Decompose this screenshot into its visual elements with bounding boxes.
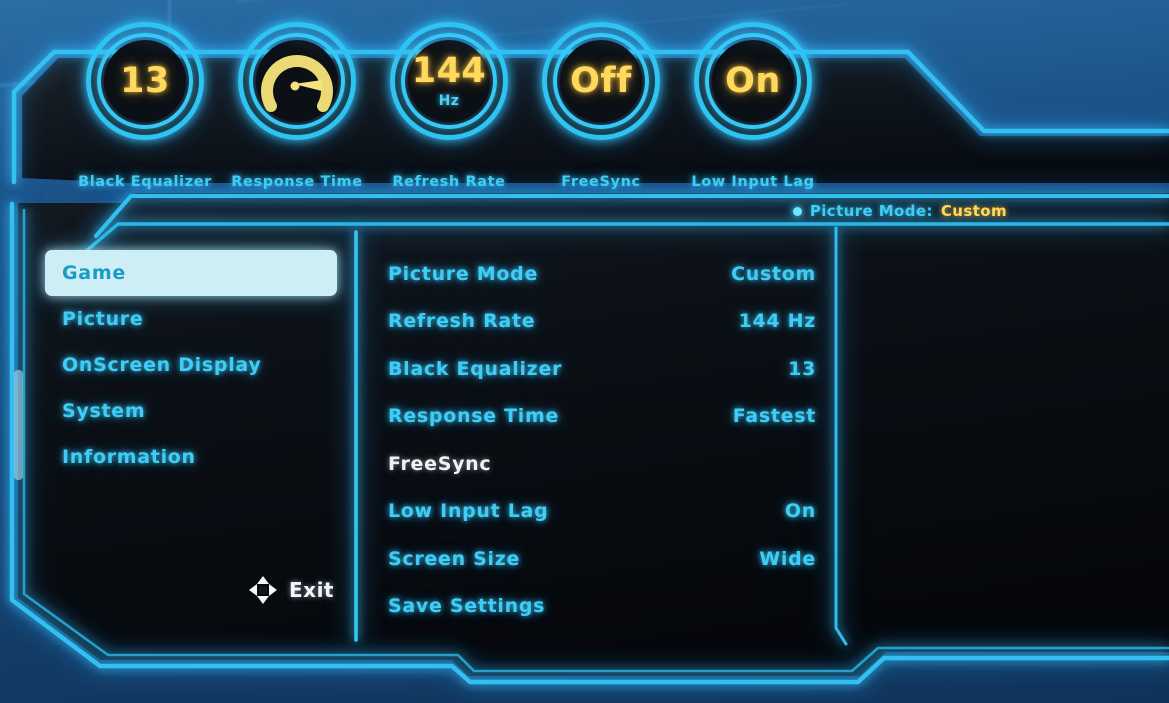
- sidebar-item-label: System: [62, 400, 146, 422]
- sidebar-item-label: Picture: [62, 308, 144, 330]
- status-bar: Picture Mode: Custom: [792, 196, 1169, 226]
- sidebar-item-picture[interactable]: Picture: [45, 296, 337, 342]
- status-bullet-icon: [792, 206, 802, 216]
- exit-hint[interactable]: Exit: [248, 575, 334, 605]
- option-label: Save Settings: [388, 595, 546, 618]
- option-label: Low Input Lag: [388, 500, 549, 523]
- osd-sidebar: Game Picture OnScreen Display System Inf…: [45, 250, 337, 480]
- exit-label: Exit: [289, 578, 334, 602]
- option-row-freesync[interactable]: FreeSync: [388, 440, 816, 488]
- option-row-save-settings[interactable]: Save Settings: [388, 583, 816, 631]
- status-value: Custom: [940, 202, 1007, 220]
- option-label: Response Time: [388, 405, 560, 428]
- option-row-response-time[interactable]: Response Time Fastest: [388, 393, 816, 441]
- dial-value: 144 Hz: [390, 22, 508, 140]
- sidebar-item-label: OnScreen Display: [62, 354, 262, 376]
- option-label: Picture Mode: [388, 262, 539, 285]
- sidebar-item-label: Information: [62, 446, 196, 468]
- option-value: 13: [788, 357, 816, 380]
- dial-label: Low Input Lag: [691, 174, 815, 190]
- left-edge-nub: [14, 370, 23, 480]
- option-value: Wide: [759, 547, 816, 570]
- dial-value: On: [694, 22, 812, 140]
- dial-value: 13: [86, 22, 204, 140]
- option-row-refresh-rate[interactable]: Refresh Rate 144 Hz: [388, 298, 816, 346]
- dial-value-unit: Hz: [438, 92, 460, 109]
- option-label: Black Equalizer: [388, 357, 563, 380]
- option-row-picture-mode[interactable]: Picture Mode Custom: [388, 250, 816, 298]
- option-label: Refresh Rate: [388, 310, 536, 333]
- option-row-low-input-lag[interactable]: Low Input Lag On: [388, 488, 816, 536]
- dial-value-text: Off: [570, 60, 632, 101]
- sidebar-item-game[interactable]: Game: [45, 250, 337, 296]
- dial-value-text: 13: [120, 60, 170, 101]
- dial-low-input-lag[interactable]: On Low Input Lag: [691, 22, 814, 190]
- option-value: 144 Hz: [738, 310, 816, 333]
- option-label: Screen Size: [388, 547, 521, 570]
- sidebar-item-label: Game: [62, 262, 126, 284]
- option-value: On: [784, 500, 816, 523]
- status-label: Picture Mode:: [809, 202, 933, 220]
- dial-value-text: On: [725, 60, 781, 101]
- options-list: Picture Mode Custom Refresh Rate 144 Hz …: [388, 250, 816, 630]
- dial-value: Off: [542, 22, 660, 140]
- sidebar-item-system[interactable]: System: [45, 388, 337, 434]
- dial-response-time[interactable]: Response Time: [231, 22, 362, 190]
- option-value: Custom: [731, 262, 816, 285]
- option-row-screen-size[interactable]: Screen Size Wide: [388, 535, 816, 583]
- dpad-navigation-icon: [249, 576, 277, 604]
- sidebar-item-information[interactable]: Information: [45, 434, 337, 480]
- sidebar-item-onscreen-display[interactable]: OnScreen Display: [45, 342, 337, 388]
- dial-refresh-rate[interactable]: 144 Hz Refresh Rate: [390, 22, 508, 190]
- quick-settings-dials: 13 Black Equalizer Response Time 144 Hz …: [0, 0, 1169, 190]
- dial-value-text: 144: [411, 50, 487, 91]
- dial-freesync[interactable]: Off FreeSync: [542, 22, 660, 190]
- dial-black-equalizer[interactable]: 13 Black Equalizer: [78, 22, 211, 190]
- gauge-icon: [261, 55, 333, 112]
- option-label: FreeSync: [388, 452, 492, 475]
- option-row-black-equalizer[interactable]: Black Equalizer 13: [388, 345, 816, 393]
- option-value: Fastest: [732, 405, 816, 428]
